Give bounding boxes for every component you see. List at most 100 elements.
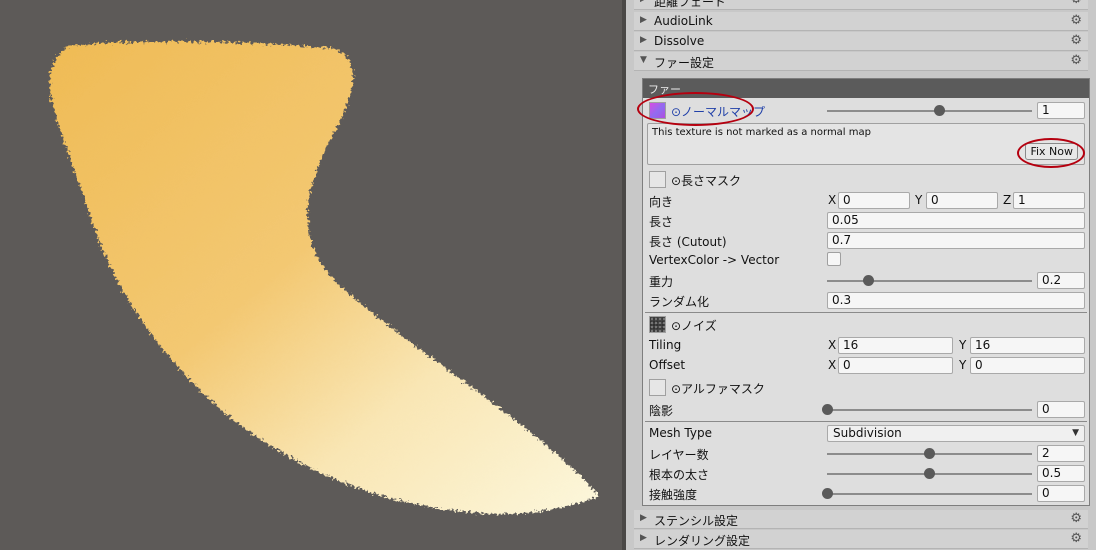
tiling-y-field[interactable]: 16: [970, 337, 1085, 354]
touch-strength-slider-thumb[interactable]: [821, 488, 833, 499]
alpha-mask-texture-slot[interactable]: [649, 379, 666, 396]
shadow-slider-track[interactable]: [827, 409, 1032, 411]
foldout-stencil-settings[interactable]: ▶ ステンシル設定 ⚙: [634, 510, 1088, 529]
noise-label: ⊙ノイズ: [671, 319, 717, 333]
direction-row: 向き X 0 Y 0 Z 1: [647, 191, 1085, 210]
length-mask-label: ⊙長さマスク: [671, 174, 742, 188]
length-cutout-field[interactable]: 0.7: [827, 232, 1085, 249]
direction-label: 向き: [649, 195, 674, 209]
mesh-type-value: Subdivision: [833, 426, 902, 440]
offset-x-axis-label: X: [828, 358, 837, 372]
root-width-label: 根本の太さ: [649, 468, 710, 482]
direction-x-field[interactable]: 0: [838, 192, 910, 209]
root-width-slider-thumb[interactable]: [924, 468, 935, 479]
foldout-label: ステンシル設定: [654, 514, 739, 528]
foldout-label: Dissolve: [654, 34, 705, 48]
direction-z-axis-label: Z: [1003, 193, 1012, 207]
touch-strength-row: 接触強度 0: [647, 484, 1085, 503]
gravity-row: 重力 0.2: [647, 271, 1085, 290]
gear-icon[interactable]: ⚙: [1070, 13, 1082, 28]
gravity-value-field[interactable]: 0.2: [1037, 272, 1085, 289]
mesh-type-dropdown[interactable]: Subdivision ▼: [827, 425, 1085, 442]
shadow-row: 陰影 0: [647, 400, 1085, 419]
triangle-right-icon: ▶: [640, 35, 647, 45]
chevron-down-icon: ▼: [1072, 428, 1079, 438]
normal-map-label[interactable]: ⊙ノーマルマップ: [671, 103, 765, 120]
mesh-type-row: Mesh Type Subdivision ▼: [647, 424, 1085, 443]
foldout-label: 距離フェード: [654, 0, 727, 9]
normal-map-value-field[interactable]: 1: [1037, 102, 1085, 119]
triangle-right-icon: ▶: [640, 0, 647, 4]
section-separator: [645, 312, 1087, 313]
shadow-value-field[interactable]: 0: [1037, 401, 1085, 418]
alpha-mask-row: ⊙アルファマスク: [647, 378, 1085, 397]
vertex-color-row: VertexColor -> Vector: [647, 251, 1085, 270]
tiling-x-field[interactable]: 16: [838, 337, 953, 354]
triangle-right-icon: ▶: [640, 533, 647, 543]
direction-y-field[interactable]: 0: [926, 192, 998, 209]
tiling-label: Tiling: [649, 338, 682, 352]
length-cutout-label: 長さ (Cutout): [649, 235, 727, 249]
direction-y-axis-label: Y: [915, 193, 923, 207]
gravity-slider-track[interactable]: [827, 280, 1032, 282]
normal-map-slider-thumb[interactable]: [934, 105, 946, 116]
gravity-slider-thumb[interactable]: [862, 275, 874, 286]
foldout-label: ファー設定: [654, 56, 715, 70]
foldout-fur-settings[interactable]: ▼ ファー設定 ⚙: [634, 52, 1088, 71]
noise-texture-slot[interactable]: [649, 316, 666, 333]
length-row: 長さ 0.05: [647, 211, 1085, 230]
gear-icon[interactable]: ⚙: [1070, 53, 1082, 68]
tiling-y-axis-label: Y: [959, 338, 967, 352]
triangle-right-icon: ▶: [640, 15, 647, 25]
scene-viewport[interactable]: [0, 0, 622, 550]
offset-x-field[interactable]: 0: [838, 357, 953, 374]
direction-z-field[interactable]: 1: [1013, 192, 1085, 209]
shadow-label: 陰影: [649, 404, 674, 418]
vertex-color-checkbox[interactable]: [827, 252, 841, 266]
alpha-mask-label: ⊙アルファマスク: [671, 382, 765, 396]
touch-strength-value-field[interactable]: 0: [1037, 485, 1085, 502]
gear-icon[interactable]: ⚙: [1070, 33, 1082, 48]
normal-map-warning: This texture is not marked as a normal m…: [647, 123, 1085, 165]
noise-row: ⊙ノイズ: [647, 315, 1085, 334]
offset-label: Offset: [649, 358, 686, 372]
foldout-label: レンダリング設定: [654, 534, 751, 548]
tiling-row: Tiling X 16 Y 16: [647, 336, 1085, 355]
length-label: 長さ: [649, 215, 674, 229]
normal-map-row: ⊙ノーマルマップ 1: [647, 101, 1085, 120]
foldout-dissolve[interactable]: ▶ Dissolve ⚙: [634, 32, 1088, 51]
touch-strength-slider-track[interactable]: [827, 493, 1032, 495]
gear-icon[interactable]: ⚙: [1070, 0, 1082, 7]
fur-header-title: ファー: [648, 83, 681, 96]
warning-text: This texture is not marked as a normal m…: [652, 127, 871, 138]
foldout-label: AudioLink: [654, 14, 713, 28]
foldout-distance-fade[interactable]: ▶ 距離フェード ⚙: [634, 0, 1088, 10]
fur-tail-preview: [49, 41, 600, 515]
normal-map-slider-track[interactable]: [827, 110, 1032, 112]
foldout-rendering-settings[interactable]: ▶ レンダリング設定 ⚙: [634, 530, 1088, 549]
root-width-value-field[interactable]: 0.5: [1037, 465, 1085, 482]
length-mask-row: ⊙長さマスク: [647, 170, 1085, 189]
offset-y-axis-label: Y: [959, 358, 967, 372]
gear-icon[interactable]: ⚙: [1070, 511, 1082, 526]
gear-icon[interactable]: ⚙: [1070, 531, 1082, 546]
foldout-audiolink[interactable]: ▶ AudioLink ⚙: [634, 12, 1088, 31]
layers-slider-thumb[interactable]: [924, 448, 935, 459]
offset-row: Offset X 0 Y 0: [647, 356, 1085, 375]
mesh-type-label: Mesh Type: [649, 426, 712, 440]
material-inspector: ▶ 距離フェード ⚙ ▶ AudioLink ⚙ ▶ Dissolve ⚙ ▼ …: [626, 0, 1096, 550]
length-cutout-row: 長さ (Cutout) 0.7: [647, 231, 1085, 250]
gravity-label: 重力: [649, 275, 674, 289]
root-width-row: 根本の太さ 0.5: [647, 464, 1085, 483]
shadow-slider-thumb[interactable]: [821, 404, 833, 415]
touch-strength-label: 接触強度: [649, 488, 698, 502]
length-mask-texture-slot[interactable]: [649, 171, 666, 188]
normal-map-texture-slot[interactable]: [649, 102, 666, 119]
layers-row: レイヤー数 2: [647, 444, 1085, 463]
section-separator: [645, 421, 1087, 422]
fix-now-button[interactable]: Fix Now: [1025, 143, 1078, 160]
randomize-field[interactable]: 0.3: [827, 292, 1085, 309]
length-field[interactable]: 0.05: [827, 212, 1085, 229]
layers-value-field[interactable]: 2: [1037, 445, 1085, 462]
offset-y-field[interactable]: 0: [970, 357, 1085, 374]
